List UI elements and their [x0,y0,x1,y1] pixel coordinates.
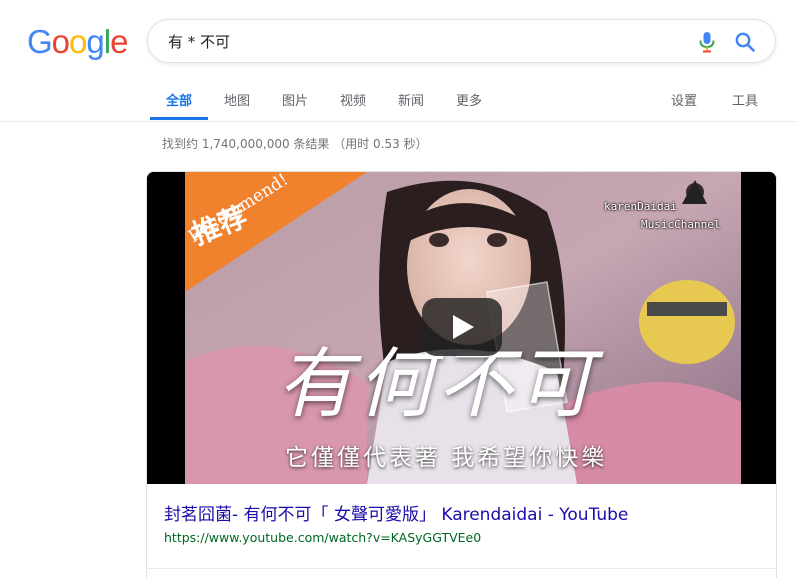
active-tab-indicator [150,117,208,120]
video-thumbnail[interactable]: 推荐 Recommend! karenDaidai MusicChannel 有… [147,172,776,484]
card-divider [147,568,776,569]
channel-sub: MusicChannel [641,218,721,231]
tab-settings[interactable]: 设置 [671,90,697,109]
tab-all[interactable]: 全部 [166,90,192,109]
google-logo[interactable]: Google [27,22,128,62]
logo-letter: g [86,23,104,60]
tab-videos[interactable]: 视频 [340,90,366,109]
result-title-link[interactable]: 封茗囧菌- 有何不可「 女聲可愛版」 Karendaidai - YouTube [164,500,628,525]
play-button[interactable] [422,298,502,356]
search-input[interactable] [168,20,668,64]
play-icon [453,315,474,339]
tab-tools[interactable]: 工具 [732,90,758,109]
result-stats: 找到约 1,740,000,000 条结果 （用时 0.53 秒） [162,137,428,151]
logo-letter: G [27,23,53,60]
thumbnail-subtitle-text: 它僅僅代表著 我希望你快樂 [285,445,608,471]
result-url[interactable]: https://www.youtube.com/watch?v=KASyGGTV… [164,530,481,545]
search-tabs: 全部 地图 图片 视频 新闻 更多 设置 工具 [0,76,797,122]
tab-news[interactable]: 新闻 [398,90,424,109]
video-result-card: 推荐 Recommend! karenDaidai MusicChannel 有… [146,171,777,578]
microphone-icon[interactable] [697,31,717,53]
tab-more[interactable]: 更多 [456,90,482,109]
search-box [147,19,776,64]
channel-name: karenDaidai [604,200,677,213]
tab-images[interactable]: 图片 [282,90,308,109]
tab-maps[interactable]: 地图 [224,90,250,109]
search-icon[interactable] [734,31,756,53]
logo-letter: e [110,23,128,60]
google-results-page: Google 全部 地图 图片 视频 新闻 更多 设置 工具 [0,0,797,578]
logo-letter: o [51,23,70,60]
logo-letter: o [69,23,87,60]
